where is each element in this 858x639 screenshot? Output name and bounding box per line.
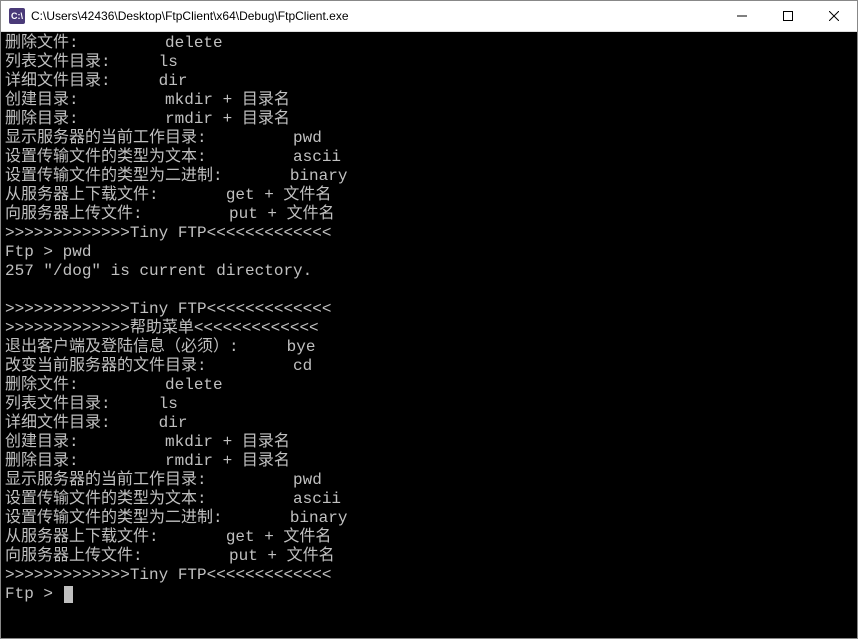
maximize-icon: [783, 11, 793, 21]
console-text: 删除文件: delete 列表文件目录: ls 详细文件目录: dir 创建目录…: [5, 34, 347, 584]
prompt-text: Ftp >: [5, 585, 63, 603]
close-button[interactable]: [811, 1, 857, 31]
maximize-button[interactable]: [765, 1, 811, 31]
cursor: [64, 586, 73, 603]
minimize-icon: [737, 11, 747, 21]
minimize-button[interactable]: [719, 1, 765, 31]
console-output[interactable]: 删除文件: delete 列表文件目录: ls 详细文件目录: dir 创建目录…: [1, 32, 857, 638]
app-window: C:\ C:\Users\42436\Desktop\FtpClient\x64…: [0, 0, 858, 639]
window-title: C:\Users\42436\Desktop\FtpClient\x64\Deb…: [31, 9, 349, 23]
titlebar: C:\ C:\Users\42436\Desktop\FtpClient\x64…: [1, 1, 857, 32]
close-icon: [829, 11, 839, 21]
app-icon: C:\: [9, 8, 25, 24]
